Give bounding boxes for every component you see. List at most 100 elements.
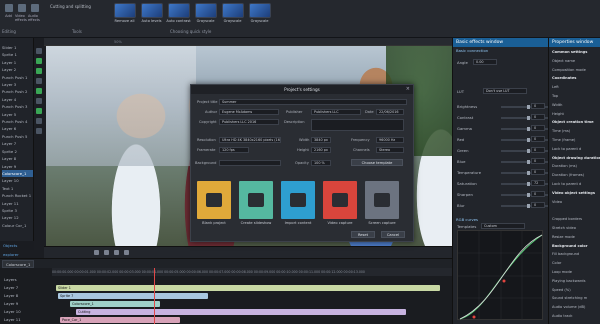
video-effects-button[interactable]: Video effects xyxy=(15,2,28,28)
track-label[interactable]: Layer 10 xyxy=(4,309,21,314)
description-input[interactable] xyxy=(311,119,404,131)
property-row[interactable]: Audio volume (dB) xyxy=(552,305,585,309)
project-title-input[interactable]: Summer xyxy=(219,99,407,105)
property-row[interactable]: Lock to parent d xyxy=(552,182,581,186)
effect-value-input[interactable]: 0 xyxy=(531,169,545,175)
property-row[interactable]: Lock to parent d xyxy=(552,147,581,151)
property-row[interactable]: Time (frame) xyxy=(552,138,575,142)
property-row[interactable]: Object drawing duration xyxy=(552,156,600,160)
effect-value-input[interactable]: 72 xyxy=(531,180,545,186)
property-row[interactable]: Coordinates xyxy=(552,76,576,80)
property-row[interactable]: Loop mode xyxy=(552,270,572,274)
property-row[interactable]: Sound stretching m xyxy=(552,296,587,300)
play-icon[interactable] xyxy=(104,250,109,255)
publisher-input[interactable]: Publishers LLC xyxy=(311,109,361,115)
opacity-input[interactable]: 100 % xyxy=(311,160,331,166)
tree-item[interactable]: Layer 4 xyxy=(2,96,33,103)
tree-item[interactable]: Layer 10 xyxy=(2,177,33,184)
tree-item[interactable]: Punch Push 3 xyxy=(2,103,33,110)
author-input[interactable]: Eugene McAdams xyxy=(219,109,279,115)
tree-item[interactable]: Layer 7 xyxy=(2,140,33,147)
tree-item[interactable]: Layer 1 xyxy=(2,59,33,66)
sprite-tool-icon[interactable] xyxy=(36,98,42,104)
animation-tool-icon[interactable] xyxy=(36,118,42,124)
curve-point[interactable] xyxy=(502,279,506,283)
property-row[interactable]: Cropped borders xyxy=(552,217,582,221)
property-row[interactable]: Stretch video xyxy=(552,226,576,230)
property-row[interactable]: Object creation time xyxy=(552,120,594,124)
reset-button[interactable]: Reset xyxy=(351,231,375,238)
tree-item[interactable]: Punch Rocket 1 xyxy=(2,192,33,199)
frequency-select[interactable]: 96000 Hz xyxy=(376,137,404,143)
property-row[interactable]: Audio track xyxy=(552,314,573,318)
track-label[interactable]: Layer 11 xyxy=(4,317,21,322)
width-input[interactable]: 3840 px xyxy=(311,137,331,143)
style-auto-levels[interactable]: Auto levels xyxy=(139,3,164,23)
zoom-level[interactable]: 50% xyxy=(114,40,122,44)
shape-tool-icon[interactable] xyxy=(36,68,42,74)
effect-value-input[interactable]: 0 xyxy=(531,147,545,153)
effect-value-input[interactable]: 0 xyxy=(531,202,545,208)
property-row[interactable]: Background color xyxy=(552,244,588,248)
stop-icon[interactable] xyxy=(114,250,119,255)
timeline-tab[interactable]: Colorscore_1 xyxy=(2,260,35,268)
tree-item[interactable]: Layer 3 xyxy=(2,81,33,88)
track-label[interactable]: Layer 9 xyxy=(4,301,18,306)
channels-select[interactable]: Stereo xyxy=(376,147,404,153)
property-row[interactable]: Top xyxy=(552,94,558,98)
template-screen-capture[interactable]: Screen capture xyxy=(365,181,399,225)
property-row[interactable]: Duration (frames) xyxy=(552,173,584,177)
timeline-clip[interactable]: Colorscore_1 xyxy=(70,301,160,307)
property-row[interactable]: Video xyxy=(552,200,562,204)
property-row[interactable]: Width xyxy=(552,103,562,107)
date-input[interactable]: 22/06/2016 xyxy=(376,109,404,115)
tree-item[interactable]: Punch Push 1 xyxy=(2,74,33,81)
effect-value-input[interactable]: 0 xyxy=(531,103,545,109)
property-row[interactable]: Resize mode xyxy=(552,235,575,239)
lut-select[interactable]: Don't use LUT xyxy=(483,88,527,94)
video-tool-icon[interactable] xyxy=(36,88,42,94)
tree-item[interactable]: Layer 11 xyxy=(2,200,33,207)
timeline-playhead[interactable] xyxy=(154,268,155,324)
curve-point[interactable] xyxy=(472,315,476,319)
effect-value-input[interactable]: 0 xyxy=(531,125,545,131)
tree-item[interactable]: Layer 9 xyxy=(2,163,33,170)
tree-item[interactable]: Punch Push 4 xyxy=(2,118,33,125)
tree-item[interactable]: Layer 5 xyxy=(2,111,33,118)
property-row[interactable]: Composition mode xyxy=(552,68,586,72)
tree-item[interactable]: Layer 2 xyxy=(2,66,33,73)
chart-tool-icon[interactable] xyxy=(36,108,42,114)
effect-value-input[interactable]: 0 xyxy=(531,114,545,120)
timeline-clip[interactable]: Slider 1 xyxy=(56,285,440,291)
timeline-clip[interactable]: Sprite 7 xyxy=(58,293,208,299)
style-remove-all[interactable]: Remove all xyxy=(112,3,137,23)
property-row[interactable]: Left xyxy=(552,85,559,89)
background-color-picker[interactable] xyxy=(219,160,281,166)
text-tool-icon[interactable] xyxy=(36,58,42,64)
tree-item[interactable]: Colour Cor_1 xyxy=(2,222,33,229)
objects-explorer-tab[interactable]: Objects explorer xyxy=(0,241,34,257)
track-label[interactable]: Layer 7 xyxy=(4,285,18,290)
property-row[interactable]: Duration (ms) xyxy=(552,164,577,168)
track-label[interactable]: Layer 8 xyxy=(4,293,18,298)
tree-item[interactable]: Punch Push 5 xyxy=(2,133,33,140)
pointer-tool-icon[interactable] xyxy=(36,48,42,54)
tree-item[interactable]: Sprite 2 xyxy=(2,148,33,155)
style-auto-contrast[interactable]: Auto contrast xyxy=(166,3,191,23)
tree-item[interactable]: Layer 8 xyxy=(2,155,33,162)
template-blank-project[interactable]: Blank project xyxy=(197,181,231,225)
property-row[interactable]: Speed (%) xyxy=(552,288,571,292)
curve-templates-select[interactable]: Custom xyxy=(481,223,525,229)
template-create-slideshow[interactable]: Create slideshow xyxy=(239,181,273,225)
resolution-select[interactable]: Ultra HD 4K 3840x2160 pixels (16:9) xyxy=(219,137,281,143)
effect-value-input[interactable]: 0 xyxy=(531,136,545,142)
style-grayscale-1[interactable]: Grayscale xyxy=(193,3,218,23)
effect-value-input[interactable]: 0 xyxy=(531,158,545,164)
template-import-content[interactable]: Import content xyxy=(281,181,315,225)
timeline-clip[interactable]: Pace_Car_1 xyxy=(60,317,180,323)
property-row[interactable]: Time (ms) xyxy=(552,129,570,133)
rgb-curve-editor[interactable] xyxy=(457,230,544,321)
property-row[interactable]: Height xyxy=(552,112,564,116)
timeline-clip[interactable]: Cutting xyxy=(76,309,406,315)
tree-item[interactable]: Colorscore_1 xyxy=(2,169,33,178)
